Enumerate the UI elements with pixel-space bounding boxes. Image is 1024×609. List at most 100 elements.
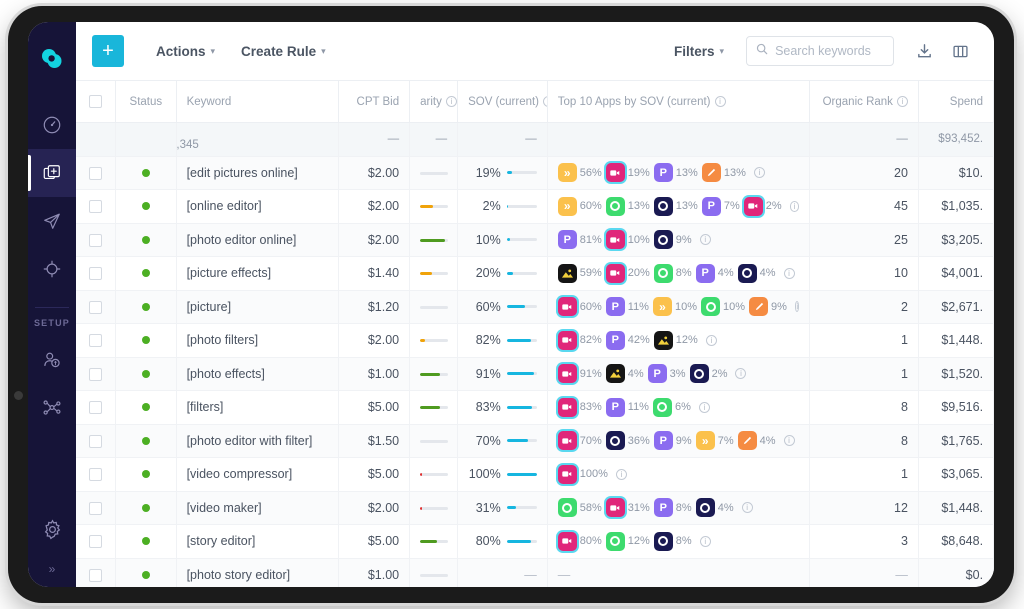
sidebar-item-structure[interactable]: [28, 384, 76, 432]
row-checkbox-cell[interactable]: [76, 558, 117, 587]
row-keyword-cell[interactable]: [filters]: [176, 390, 340, 425]
row-checkbox-cell[interactable]: [76, 189, 117, 224]
row-cpt-bid-cell[interactable]: $5.00: [338, 457, 411, 492]
info-icon[interactable]: i: [741, 502, 753, 514]
photo-dark-app[interactable]: [557, 263, 577, 283]
app-chip[interactable]: 9%: [749, 297, 787, 317]
video-camera-app[interactable]: [605, 263, 625, 283]
letter-p-app[interactable]: P: [605, 297, 625, 317]
info-icon[interactable]: i: [445, 95, 457, 107]
app-chip[interactable]: 2%: [689, 364, 727, 384]
info-icon[interactable]: i: [794, 301, 800, 313]
app-chip[interactable]: 8%: [653, 531, 692, 551]
ring-navy-app[interactable]: [605, 431, 625, 451]
app-chip[interactable]: 31%: [605, 498, 650, 518]
row-cpt-bid-cell[interactable]: $2.00: [338, 156, 411, 190]
keywords-table-wrap[interactable]: StatusKeywordCPT BidarityiSOV (current)i…: [76, 80, 994, 587]
video-camera-app[interactable]: [557, 364, 577, 384]
sidebar-item-campaigns[interactable]: [28, 149, 76, 197]
info-icon[interactable]: i: [699, 535, 711, 547]
row-keyword-cell[interactable]: [edit pictures online]: [176, 156, 340, 190]
app-chip[interactable]: 20%: [605, 263, 650, 283]
paintbrush-app[interactable]: [701, 163, 721, 183]
ring-navy-app[interactable]: [653, 196, 673, 216]
video-camera-app[interactable]: [743, 196, 763, 216]
row-keyword-cell[interactable]: [story editor]: [176, 524, 340, 559]
table-row[interactable]: [picture effects] $1.40 20% 59% 20% 8% P 4% 4% i 1…: [76, 256, 994, 291]
video-camera-app[interactable]: [557, 297, 577, 317]
app-chip[interactable]: 12%: [605, 531, 650, 551]
letter-p-app[interactable]: P: [653, 431, 673, 451]
table-row[interactable]: [online editor] $2.00 2%» 60% 13% 13% P 7% 2% i 45…: [76, 189, 994, 224]
overlapping-circles-logo[interactable]: [39, 46, 65, 77]
row-cpt-bid-cell[interactable]: $2.00: [338, 189, 411, 224]
row-checkbox[interactable]: [89, 434, 103, 448]
photo-dark-app[interactable]: [653, 330, 673, 350]
table-row[interactable]: [photo filters] $2.00 82% 82% P 42% 12% i 1 $1,44…: [76, 323, 994, 358]
column-header-status[interactable]: Status: [115, 80, 177, 123]
ring-green-app[interactable]: [605, 531, 625, 551]
app-chip[interactable]: P 11%: [605, 297, 649, 317]
ring-navy-app[interactable]: [689, 364, 709, 384]
column-header-rank[interactable]: Organic Rank i: [809, 80, 919, 123]
row-checkbox-cell[interactable]: [76, 524, 117, 559]
row-cpt-bid-cell[interactable]: $1.00: [338, 558, 411, 587]
row-cpt-bid-cell[interactable]: $1.40: [338, 256, 411, 291]
video-camera-app[interactable]: [557, 431, 577, 451]
app-chip[interactable]: » 10%: [652, 297, 697, 317]
app-chip[interactable]: P 9%: [653, 431, 692, 451]
app-chip[interactable]: 91%: [557, 364, 602, 384]
table-row[interactable]: [picture] $1.20 60% 60% P 11%» 10% 10% 9% i 2 $2,67…: [76, 290, 994, 324]
row-keyword-cell[interactable]: [photo effects]: [176, 357, 340, 391]
video-camera-app[interactable]: [557, 330, 577, 350]
video-camera-app[interactable]: [557, 397, 577, 417]
table-row[interactable]: [photo editor with filter] $1.50 70% 70% 36%…: [76, 424, 994, 458]
ring-navy-app[interactable]: [653, 531, 673, 551]
row-keyword-cell[interactable]: [video compressor]: [176, 457, 340, 492]
row-checkbox[interactable]: [89, 267, 103, 281]
app-chip[interactable]: 10%: [605, 230, 650, 250]
app-chip[interactable]: P 42%: [605, 330, 650, 350]
app-chip[interactable]: P 8%: [653, 498, 692, 518]
info-icon[interactable]: i: [783, 435, 795, 447]
row-keyword-cell[interactable]: [video maker]: [176, 491, 340, 525]
table-row[interactable]: [photo effects] $1.00 91% 91% 4% P 3% 2% i 1 $1,52…: [76, 357, 994, 391]
row-checkbox-cell[interactable]: [76, 256, 117, 291]
video-camera-app[interactable]: [605, 498, 625, 518]
video-camera-app[interactable]: [605, 163, 625, 183]
column-header-apps[interactable]: Top 10 Apps by SOV (current) i: [547, 80, 811, 123]
table-row[interactable]: [video compressor] $5.00 100% 100% i 1 $3,065.: [76, 457, 994, 492]
app-chip[interactable]: » 7%: [695, 431, 734, 451]
info-icon[interactable]: i: [896, 95, 908, 107]
app-chip[interactable]: 6%: [652, 397, 691, 417]
letter-p-app[interactable]: P: [701, 196, 721, 216]
search-box[interactable]: [746, 36, 895, 66]
row-keyword-cell[interactable]: [picture effects]: [176, 256, 340, 291]
sidebar-item-dashboard[interactable]: [28, 101, 76, 149]
sidebar-item-accounts[interactable]: [28, 336, 76, 384]
app-chip[interactable]: 70%: [557, 431, 602, 451]
info-icon[interactable]: i: [714, 95, 726, 107]
row-checkbox[interactable]: [89, 535, 103, 549]
row-checkbox[interactable]: [89, 300, 103, 314]
app-chip[interactable]: 4%: [737, 263, 776, 283]
chevrons-right-app[interactable]: »: [695, 431, 715, 451]
app-chip[interactable]: 10%: [701, 297, 745, 317]
create-rule-menu[interactable]: Create Rule ▾: [241, 44, 326, 59]
app-chip[interactable]: 36%: [605, 431, 650, 451]
table-row[interactable]: [filters] $5.00 83% 83% P 11% 6% i 8 $9,516.: [76, 390, 994, 425]
column-header-pop[interactable]: arity i: [409, 80, 459, 123]
letter-p-app[interactable]: P: [605, 330, 625, 350]
column-header-cpt[interactable]: CPT Bid: [338, 80, 411, 123]
row-checkbox[interactable]: [89, 367, 103, 381]
table-row[interactable]: [photo editor online] $2.00 10% P 81% 10% 9% i 2…: [76, 223, 994, 257]
app-chip[interactable]: P 13%: [653, 163, 698, 183]
column-header-sov[interactable]: SOV (current)i: [457, 80, 548, 123]
info-icon[interactable]: i: [699, 234, 711, 246]
row-checkbox-cell[interactable]: [76, 323, 117, 358]
info-icon[interactable]: i: [735, 368, 747, 380]
video-camera-app[interactable]: [605, 230, 625, 250]
app-chip[interactable]: 4%: [695, 498, 734, 518]
app-chip[interactable]: 13%: [701, 163, 746, 183]
app-chip[interactable]: 58%: [557, 498, 602, 518]
